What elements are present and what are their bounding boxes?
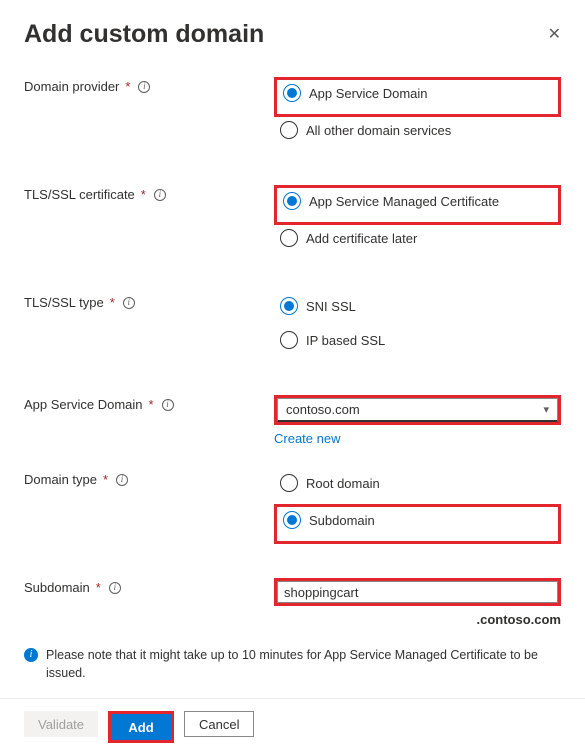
validate-button[interactable]: Validate	[24, 711, 98, 737]
radio-label: App Service Domain	[309, 86, 428, 101]
chevron-down-icon: ▾	[543, 403, 549, 416]
required-asterisk: *	[141, 187, 146, 202]
domain-provider-label: Domain provider	[24, 79, 119, 94]
radio-managed-cert[interactable]: App Service Managed Certificate	[277, 188, 505, 214]
radio-cert-later[interactable]: Add certificate later	[274, 225, 561, 251]
required-asterisk: *	[96, 580, 101, 595]
required-asterisk: *	[110, 295, 115, 310]
subdomain-suffix: .contoso.com	[274, 612, 561, 627]
info-icon[interactable]: i	[154, 189, 166, 201]
close-icon[interactable]: ✕	[548, 24, 561, 44]
tls-cert-label: TLS/SSL certificate	[24, 187, 135, 202]
add-button[interactable]: Add	[111, 714, 171, 740]
radio-root-domain[interactable]: Root domain	[274, 470, 561, 496]
radio-app-service-domain[interactable]: App Service Domain	[277, 80, 434, 106]
required-asterisk: *	[125, 79, 130, 94]
domain-type-label: Domain type	[24, 472, 97, 487]
note-text: Please note that it might take up to 10 …	[46, 647, 561, 682]
radio-sni-ssl[interactable]: SNI SSL	[274, 293, 561, 319]
radio-label: App Service Managed Certificate	[309, 194, 499, 209]
subdomain-label: Subdomain	[24, 580, 90, 595]
radio-label: All other domain services	[306, 123, 451, 138]
create-new-link[interactable]: Create new	[274, 431, 561, 446]
info-filled-icon: i	[24, 648, 38, 662]
subdomain-value: shoppingcart	[284, 585, 358, 600]
subdomain-input[interactable]: shoppingcart	[277, 581, 558, 603]
radio-other-domain-services[interactable]: All other domain services	[274, 117, 561, 143]
cancel-button[interactable]: Cancel	[184, 711, 254, 737]
required-asterisk: *	[103, 472, 108, 487]
radio-label: Add certificate later	[306, 231, 417, 246]
radio-ip-ssl[interactable]: IP based SSL	[274, 327, 561, 353]
required-asterisk: *	[149, 397, 154, 412]
info-icon[interactable]: i	[109, 582, 121, 594]
info-icon[interactable]: i	[116, 474, 128, 486]
radio-label: Root domain	[306, 476, 380, 491]
radio-label: IP based SSL	[306, 333, 385, 348]
info-icon[interactable]: i	[162, 399, 174, 411]
info-icon[interactable]: i	[123, 297, 135, 309]
radio-label: Subdomain	[309, 513, 375, 528]
app-service-domain-label: App Service Domain	[24, 397, 143, 412]
panel-title: Add custom domain	[24, 20, 264, 49]
tls-type-label: TLS/SSL type	[24, 295, 104, 310]
dropdown-value: contoso.com	[286, 402, 360, 417]
app-service-domain-dropdown[interactable]: contoso.com ▾	[277, 398, 558, 422]
info-icon[interactable]: i	[138, 81, 150, 93]
radio-label: SNI SSL	[306, 299, 356, 314]
radio-subdomain[interactable]: Subdomain	[277, 507, 381, 533]
